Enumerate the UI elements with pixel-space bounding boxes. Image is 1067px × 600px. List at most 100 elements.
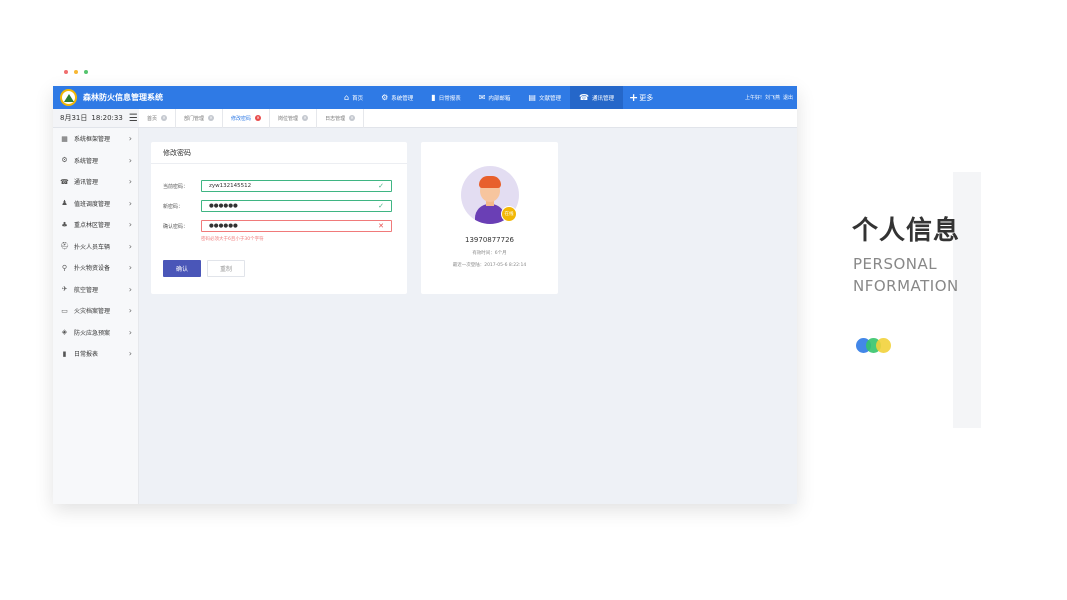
current-date: 8月31日 <box>60 114 88 122</box>
sidebar-item-label: 防火应急预案 <box>74 329 111 337</box>
chevron-right-icon: › <box>128 284 132 294</box>
new-password-label: 新密码： <box>163 203 184 210</box>
nav-label: 首页 <box>352 95 364 102</box>
sidebar-item-duty[interactable]: ♟ 值班调度管理 › <box>53 193 138 215</box>
confirm-password-row: 确认密码： ●●●●●● ✕ <box>163 220 392 232</box>
current-password-input[interactable]: zyw132145512 ✓ <box>201 180 392 192</box>
nav-contacts[interactable]: ☎ 通讯管理 <box>570 86 623 109</box>
sidebar-item-label: 值班调度管理 <box>74 200 111 208</box>
reset-button[interactable]: 重制 <box>207 260 245 277</box>
tab-department[interactable]: 部门管理 ✕ <box>176 108 224 128</box>
new-password-input[interactable]: ●●●●●● ✓ <box>201 200 392 212</box>
tab-change-password[interactable]: 修改密码 ✕ <box>223 108 271 128</box>
online-badge: 在线 <box>501 206 517 222</box>
sidebar-item-label: 扑火物资设备 <box>74 265 111 273</box>
grid-icon: ▦ <box>61 134 68 143</box>
phone-book-icon: ☎ <box>60 177 69 186</box>
color-circles <box>856 338 896 353</box>
sidebar-item-label: 日常报表 <box>74 351 99 359</box>
nav-system[interactable]: ⚙ 系统管理 <box>372 86 422 109</box>
gear-icon: ⚙ <box>381 92 389 102</box>
more-label: 更多 <box>639 93 654 102</box>
profile-card: 在线 13970877726 有效时间：6个月 最近一次登陆：2017-05-6… <box>421 142 558 294</box>
sidebar-item-label: 重点林区管理 <box>74 222 111 230</box>
nav-label: 文献管理 <box>538 95 561 102</box>
hero-subtitle-line1: PERSONAL <box>853 255 938 273</box>
airplane-icon: ✈ <box>61 285 68 294</box>
sidebar-item-contacts[interactable]: ☎ 通讯管理 › <box>53 171 138 193</box>
chevron-right-icon: › <box>128 177 132 187</box>
tree-icon: ♣ <box>61 220 68 229</box>
chevron-right-icon: › <box>128 327 132 337</box>
tab-label: 修改密码 <box>231 115 252 122</box>
sidebar-item-framework[interactable]: ▦ 系统框架管理 › <box>53 128 138 150</box>
sidebar-item-aviation[interactable]: ✈ 航空管理 › <box>53 279 138 301</box>
error-message: 密码必须大于6且小于30个字符 <box>201 237 264 242</box>
tab-logs[interactable]: 日志管理 ✕ <box>317 108 365 128</box>
hero-title: 个人信息 <box>852 216 961 246</box>
user-greeting: 上午好! <box>744 95 762 101</box>
person-icon: ♟ <box>61 199 68 208</box>
tab-bar: 首页 ✕ 部门管理 ✕ 修改密码 ✕ 岗位管理 ✕ 日志管理 ✕ <box>139 108 797 128</box>
sidebar-item-personnel[interactable]: ⛑ 扑火人员车辆 › <box>53 236 138 258</box>
tab-label: 日志管理 <box>325 115 346 122</box>
tab-positions[interactable]: 岗位管理 ✕ <box>270 108 318 128</box>
tab-label: 首页 <box>147 115 158 122</box>
nav-documents[interactable]: ▤ 文献管理 <box>519 86 570 109</box>
bar-chart-icon: ▮ <box>431 92 436 102</box>
top-nav: ⌂ 首页 ⚙ 系统管理 ▮ 日常报表 ✉ 内部邮箱 ▤ 文献管理 ☎ 通讯管理 <box>335 86 653 109</box>
user-info: 上午好! 刘飞燕 退出 <box>742 86 793 109</box>
date-time-bar: 8月31日 18:20:33 ☰ <box>53 109 139 128</box>
close-icon[interactable]: ✕ <box>302 115 309 121</box>
close-icon[interactable]: ✕ <box>255 115 262 121</box>
profile-last-login: 最近一次登陆：2017-05-6 8:22:14 <box>452 263 527 268</box>
sidebar-item-label: 系统管理 <box>74 157 99 165</box>
tab-home[interactable]: 首页 ✕ <box>139 108 177 128</box>
sidebar-item-reports[interactable]: ▮ 日常报表 › <box>53 343 138 365</box>
chevron-right-icon: › <box>128 349 132 359</box>
nav-more[interactable]: + 更多 <box>629 91 653 104</box>
document-icon: ▤ <box>528 92 536 102</box>
sidebar-item-system[interactable]: ⚙ 系统管理 › <box>53 150 138 172</box>
sidebar-item-label: 扑火人员车辆 <box>74 243 111 251</box>
nav-reports[interactable]: ▮ 日常报表 <box>422 86 469 109</box>
gear-icon: ⚙ <box>61 156 68 165</box>
chevron-right-icon: › <box>128 306 132 316</box>
window-dot-red <box>64 70 68 74</box>
confirm-password-input[interactable]: ●●●●●● ✕ <box>201 220 392 232</box>
window-dots <box>64 70 88 74</box>
logout-link[interactable]: 退出 <box>783 94 793 101</box>
confirm-button[interactable]: 确认 <box>163 260 201 277</box>
close-icon[interactable]: ✕ <box>208 115 215 121</box>
sidebar-item-emergency[interactable]: ◈ 防火应急预案 › <box>53 322 138 344</box>
nav-label: 内部邮箱 <box>488 95 511 102</box>
sidebar-item-equipment[interactable]: ⚲ 扑火物资设备 › <box>53 257 138 279</box>
sidebar-item-fire-records[interactable]: ▭ 火灾档案管理 › <box>53 300 138 322</box>
phone-book-icon: ☎ <box>579 92 589 102</box>
close-icon[interactable]: ✕ <box>349 115 356 121</box>
current-time: 18:20:33 <box>91 114 123 122</box>
chevron-right-icon: › <box>128 155 132 165</box>
sidebar-item-label: 系统框架管理 <box>74 136 111 144</box>
close-icon[interactable]: ✕ <box>161 115 168 121</box>
chevron-right-icon: › <box>128 198 132 208</box>
hero-subtitle: PERSONAL NFORMATION <box>853 253 959 297</box>
home-icon: ⌂ <box>344 92 350 102</box>
chevron-right-icon: › <box>128 241 132 251</box>
window-dot-green <box>84 70 88 74</box>
current-password-row: 当前密码： zyw132145512 ✓ <box>163 180 392 192</box>
circle-yellow <box>876 338 891 353</box>
profile-validity: 有效时间：6个月 <box>472 251 507 256</box>
sidebar-item-forest[interactable]: ♣ 重点林区管理 › <box>53 214 138 236</box>
top-bar: 森林防火信息管理系统 ⌂ 首页 ⚙ 系统管理 ▮ 日常报表 ✉ 内部邮箱 ▤ 文… <box>53 86 797 109</box>
nav-home[interactable]: ⌂ 首页 <box>335 86 372 109</box>
tab-label: 岗位管理 <box>278 115 299 122</box>
bar-chart-icon: ▮ <box>62 349 67 358</box>
input-value: ●●●●●● <box>209 203 238 209</box>
chevron-right-icon: › <box>128 263 132 273</box>
user-name: 刘飞燕 <box>764 95 780 101</box>
new-password-row: 新密码： ●●●●●● ✓ <box>163 200 392 212</box>
menu-icon[interactable]: ☰ <box>129 113 138 124</box>
sidebar-item-label: 航空管理 <box>74 286 99 294</box>
nav-mail[interactable]: ✉ 内部邮箱 <box>470 86 520 109</box>
